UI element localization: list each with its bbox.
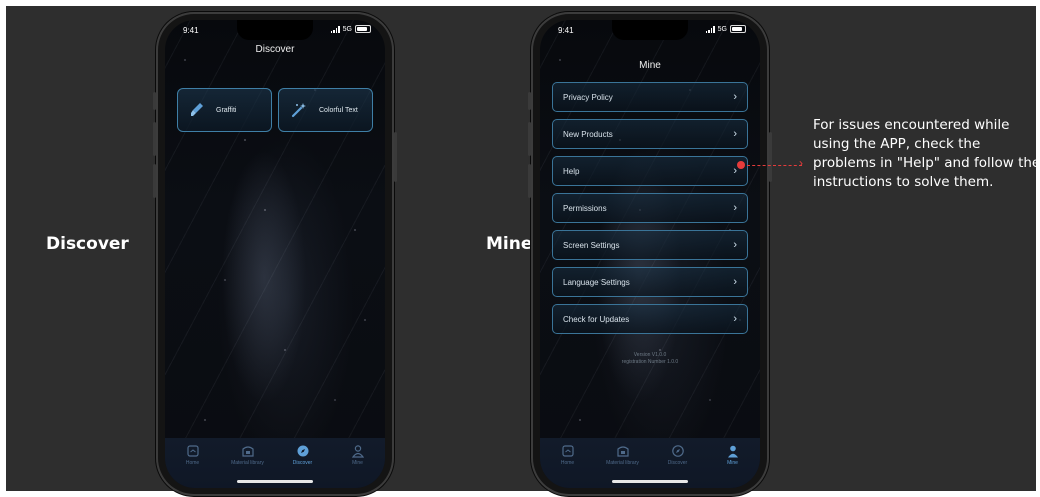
volume-up-button [153,122,156,156]
discover-phone-frame: 9:41 5G Discover Graffiti Colorful Text … [153,12,397,496]
notch [237,20,313,40]
tab-mine-label: Mine [352,460,363,466]
power-button [394,132,397,182]
callout-connector-line [747,165,802,166]
signal-icon [705,25,715,33]
home-icon [185,444,201,458]
network-type: 5G [717,25,727,33]
home-indicator[interactable] [237,480,313,483]
status-indicators: 5G [330,25,371,33]
menu-item-privacy-policy[interactable]: Privacy Policy › [552,82,748,112]
mute-switch [153,92,156,110]
version-number: Version V1.0.0 [633,352,667,358]
registration-number: registration Number 1.0.0 [621,359,679,365]
help-callout-text: For issues encountered while using the A… [813,117,1040,190]
callout-arrow-icon: › [799,156,803,170]
tab-mine[interactable]: Mine [708,444,758,466]
home-indicator[interactable] [612,480,688,483]
battery-icon [355,25,371,33]
tab-mine[interactable]: Mine [333,444,383,466]
paintbrush-icon [191,103,203,116]
menu-item-label: Privacy Policy [563,92,613,102]
menu-item-label: Help [563,166,580,176]
menu-item-check-for-updates[interactable]: Check for Updates › [552,304,748,334]
menu-item-label: New Products [563,129,613,139]
menu-item-label: Check for Updates [563,314,630,324]
version-info: Version V1.0.0 registration Number 1.0.0 [540,352,760,366]
menu-item-label: Screen Settings [563,240,620,250]
network-type: 5G [342,25,352,33]
colorful-text-card-label: Colorful Text [319,106,358,114]
graffiti-card[interactable]: Graffiti [177,88,272,132]
status-time: 9:41 [558,26,574,35]
presentation-canvas: Discover Mine 9:41 5G Discover Graffiti [6,6,1036,496]
menu-item-language-settings[interactable]: Language Settings › [552,267,748,297]
status-time: 9:41 [183,26,199,35]
library-icon [615,444,631,458]
mute-switch [528,92,531,110]
status-indicators: 5G [705,25,746,33]
battery-icon [730,25,746,33]
notch [612,20,688,40]
discover-page-title: Discover [255,44,295,55]
power-button [769,132,772,182]
tab-home[interactable]: Home [168,444,218,466]
mine-section-label: Mine [486,234,533,254]
tab-discover[interactable]: Discover [653,444,703,466]
menu-item-label: Language Settings [563,277,630,287]
chevron-right-icon: › [733,276,737,288]
tab-discover[interactable]: Discover [278,444,328,466]
library-icon [240,444,256,458]
tab-material-library-label: Material library [231,460,264,466]
colorful-text-card[interactable]: Colorful Text [278,88,373,132]
person-icon [725,444,741,458]
mine-page-title: Mine [639,60,661,71]
tab-material-library-label: Material library [606,460,639,466]
callout-marker-dot [737,161,745,169]
chevron-right-icon: › [733,91,737,103]
magic-wand-icon [291,103,306,118]
tab-discover-label: Discover [292,460,313,466]
person-icon [350,444,366,458]
chevron-right-icon: › [733,313,737,325]
volume-up-button [528,122,531,156]
tab-home[interactable]: Home [543,444,593,466]
signal-icon [330,25,340,33]
tab-material-library[interactable]: Material library [223,444,273,466]
chevron-right-icon: › [733,202,737,214]
menu-item-permissions[interactable]: Permissions › [552,193,748,223]
menu-item-help[interactable]: Help › [552,156,748,186]
mine-screen: 9:41 5G Mine Privacy Policy › New Produc… [540,20,760,488]
discover-section-label: Discover [46,234,129,254]
tab-home-label: Home [560,460,575,466]
menu-item-screen-settings[interactable]: Screen Settings › [552,230,748,260]
mine-phone-frame: 9:41 5G Mine Privacy Policy › New Produc… [528,12,772,496]
home-icon [560,444,576,458]
tab-discover-label: Discover [667,460,688,466]
compass-icon [670,444,686,458]
compass-icon [295,444,311,458]
chevron-right-icon: › [733,128,737,140]
volume-down-button [153,164,156,198]
tab-home-label: Home [185,460,200,466]
tab-material-library[interactable]: Material library [598,444,648,466]
tab-mine-label: Mine [727,460,738,466]
graffiti-card-label: Graffiti [216,106,237,114]
menu-item-new-products[interactable]: New Products › [552,119,748,149]
volume-down-button [528,164,531,198]
menu-item-label: Permissions [563,203,607,213]
discover-screen: 9:41 5G Discover Graffiti Colorful Text … [165,20,385,488]
chevron-right-icon: › [733,239,737,251]
